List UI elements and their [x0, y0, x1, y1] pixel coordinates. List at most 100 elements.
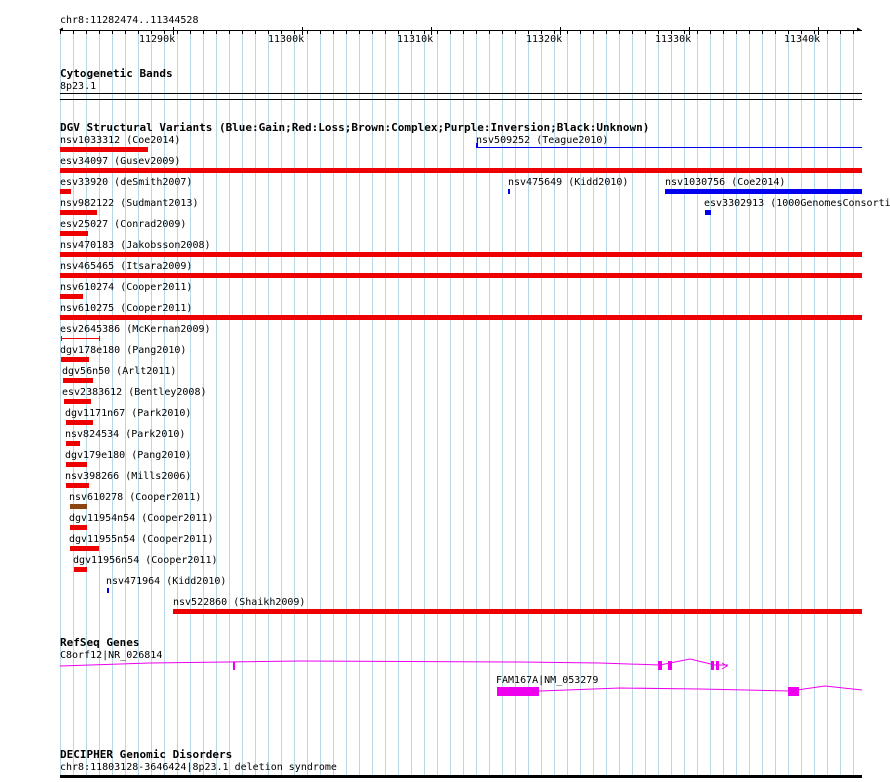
ruler-tick-label: 11330k [655, 34, 692, 45]
ruler-minor-tick [177, 30, 178, 34]
dgv-feature-bar[interactable] [74, 567, 87, 572]
ruler-tick-label: 11310k [397, 34, 434, 45]
dgv-feature-label[interactable]: dgv11954n54 (Cooper2011) [69, 513, 214, 525]
scroll-left-arrow[interactable]: ◂ [58, 24, 64, 36]
dgv-feature-label[interactable]: nsv398266 (Mills2006) [65, 471, 191, 483]
dgv-feature-endcap [99, 336, 100, 341]
dgv-feature-bar[interactable] [64, 399, 91, 404]
ruler-minor-tick [437, 30, 438, 34]
dgv-feature-bar[interactable] [665, 189, 862, 194]
dgv-feature-label[interactable]: dgv179e180 (Pang2010) [65, 450, 191, 462]
dgv-feature-label[interactable]: dgv178e180 (Pang2010) [60, 345, 186, 357]
dgv-feature-label[interactable]: nsv824534 (Park2010) [65, 429, 185, 441]
gene-exon[interactable] [711, 661, 714, 670]
dgv-feature-bar[interactable] [60, 273, 862, 278]
gene-exon[interactable] [497, 687, 539, 696]
gene-exon[interactable] [716, 661, 719, 670]
gene-exon[interactable] [788, 687, 799, 696]
gene-strand-arrow[interactable] [721, 662, 728, 670]
dgv-feature-bar[interactable] [60, 315, 862, 320]
ruler-tick-label: 11340k [784, 34, 821, 45]
ruler-minor-tick [86, 30, 87, 34]
track-title-refseq[interactable]: RefSeq Genes [60, 637, 139, 649]
dgv-feature-label[interactable]: nsv471964 (Kidd2010) [106, 576, 226, 588]
cytoband-bar-top[interactable] [60, 93, 862, 94]
dgv-feature-bar[interactable] [70, 504, 87, 509]
ruler-minor-tick [255, 30, 256, 34]
track-title-dgv[interactable]: DGV Structural Variants (Blue:Gain;Red:L… [60, 122, 649, 134]
dgv-feature-bar[interactable] [66, 483, 89, 488]
ruler-minor-tick [333, 30, 334, 34]
ruler-minor-tick [450, 30, 451, 34]
track-title-cytobands[interactable]: Cytogenetic Bands [60, 68, 173, 80]
dgv-feature-bar[interactable] [61, 357, 89, 362]
dgv-feature-bar[interactable] [60, 252, 862, 257]
dgv-feature-bar[interactable] [66, 441, 80, 446]
dgv-feature-label[interactable]: nsv610274 (Cooper2011) [60, 282, 192, 294]
ruler-minor-tick [502, 30, 503, 34]
ruler-minor-tick [463, 30, 464, 34]
gene-exon[interactable] [233, 662, 235, 670]
dgv-feature-bar[interactable] [60, 168, 862, 173]
dgv-feature-label[interactable]: nsv610275 (Cooper2011) [60, 303, 192, 315]
dgv-feature-bar[interactable] [476, 147, 862, 148]
ruler-minor-tick [112, 30, 113, 34]
gene-intron-line[interactable] [496, 685, 863, 693]
dgv-feature-label[interactable]: nsv610278 (Cooper2011) [69, 492, 201, 504]
dgv-feature-label[interactable]: dgv1171n67 (Park2010) [65, 408, 191, 420]
gene-exon[interactable] [668, 661, 672, 670]
refseq-gene-models[interactable] [0, 655, 890, 715]
decipher-feature-bar[interactable] [60, 775, 862, 778]
dgv-feature-bar[interactable] [66, 462, 87, 467]
ruler-minor-tick [346, 30, 347, 34]
dgv-feature-bar[interactable] [60, 147, 148, 152]
dgv-feature-label[interactable]: nsv522860 (Shaikh2009) [173, 597, 305, 609]
dgv-feature-label[interactable]: esv2645386 (McKernan2009) [60, 324, 211, 336]
dgv-feature-bar[interactable] [60, 189, 71, 194]
dgv-feature-bar[interactable] [66, 420, 93, 425]
dgv-feature-bar[interactable] [173, 609, 862, 614]
dgv-feature-label[interactable]: nsv982122 (Sudmant2013) [60, 198, 198, 210]
ruler-minor-tick [372, 30, 373, 34]
dgv-feature-label[interactable]: esv2383612 (Bentley2008) [62, 387, 207, 399]
dgv-feature-bar[interactable] [705, 210, 711, 215]
dgv-feature-label[interactable]: nsv509252 (Teague2010) [476, 135, 608, 147]
dgv-feature-label[interactable]: esv34097 (Gusev2009) [60, 156, 180, 168]
dgv-feature-label[interactable]: nsv470183 (Jakobsson2008) [60, 240, 211, 252]
scroll-right-arrow[interactable]: ▸ [856, 24, 862, 36]
dgv-feature-bar[interactable] [107, 588, 109, 593]
dgv-feature-bar[interactable] [60, 231, 88, 236]
dgv-feature-bar[interactable] [60, 294, 83, 299]
genome-browser-view[interactable]: chr8:11282474..11344528 11290k 11300k 1131… [0, 0, 890, 782]
dgv-feature-bar[interactable] [63, 378, 93, 383]
dgv-feature-label[interactable]: dgv56n50 (Arlt2011) [62, 366, 176, 378]
gene-intron-line[interactable] [59, 658, 728, 667]
ruler-minor-tick [229, 30, 230, 34]
dgv-feature-bar[interactable] [61, 338, 100, 339]
dgv-feature-label[interactable]: dgv11955n54 (Cooper2011) [69, 534, 214, 546]
ruler-minor-tick [697, 30, 698, 34]
gene-exon[interactable] [658, 661, 662, 670]
dgv-feature-label[interactable]: nsv1030756 (Coe2014) [665, 177, 785, 189]
dgv-feature-label[interactable]: esv25027 (Conrad2009) [60, 219, 186, 231]
dgv-feature-bar[interactable] [60, 210, 97, 215]
ruler-tick-label: 11290k [139, 34, 176, 45]
ruler-minor-tick [645, 30, 646, 34]
dgv-feature-bar[interactable] [70, 525, 87, 530]
dgv-feature-label[interactable]: dgv11956n54 (Cooper2011) [73, 555, 218, 567]
dgv-feature-label[interactable]: nsv465465 (Itsara2009) [60, 261, 192, 273]
ruler-minor-tick [619, 30, 620, 34]
ruler-minor-tick [775, 30, 776, 34]
dgv-feature-bar[interactable] [508, 189, 510, 194]
track-title-decipher[interactable]: DECIPHER Genomic Disorders [60, 749, 232, 761]
dgv-feature-bar[interactable] [70, 546, 99, 551]
dgv-feature-label[interactable]: nsv475649 (Kidd2010) [508, 177, 628, 189]
ruler-minor-tick [723, 30, 724, 34]
dgv-feature-label[interactable]: esv3302913 (1000GenomesConsorti [704, 198, 890, 210]
dgv-feature-label[interactable]: nsv1033312 (Coe2014) [60, 135, 180, 147]
decipher-feature-label[interactable]: chr8:11803128-3646424|8p23.1 deletion sy… [60, 762, 337, 774]
ruler-minor-tick [385, 30, 386, 34]
ruler-minor-tick [99, 30, 100, 34]
ruler-tick-label: 11320k [526, 34, 563, 45]
dgv-feature-label[interactable]: esv33920 (deSmith2007) [60, 177, 192, 189]
